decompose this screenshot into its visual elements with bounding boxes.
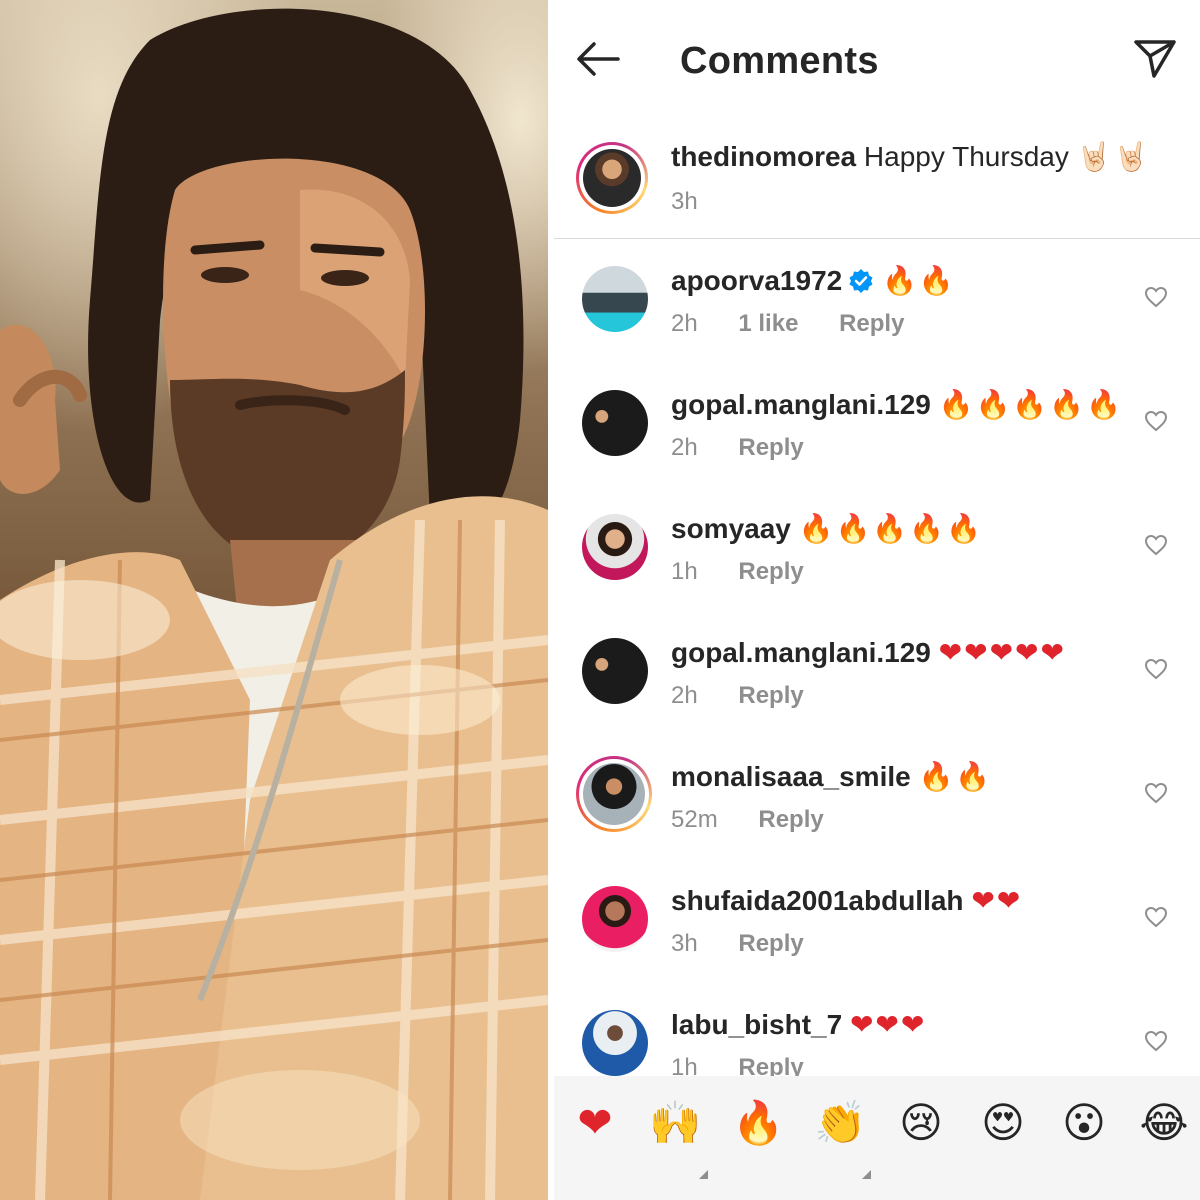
- verified-badge-icon: [849, 269, 873, 293]
- comment-meta: 52m Reply: [671, 806, 858, 834]
- reply-button[interactable]: Reply: [738, 558, 803, 585]
- comment-time: 2h: [671, 434, 698, 461]
- quick-reaction-bar: ❤ 🙌 🔥 👏 😢 😍 😮 😂: [554, 1076, 1200, 1200]
- comment-text: somyaay 🔥🔥🔥🔥🔥: [671, 512, 983, 545]
- like-heart-icon[interactable]: [1144, 410, 1168, 432]
- comment-meta: 1h Reply: [671, 1054, 838, 1076]
- comment-time: 2h: [671, 682, 698, 709]
- comment-text: shufaida2001abdullah ❤❤: [671, 884, 1022, 917]
- reaction-heart-eyes[interactable]: 😍: [978, 1098, 1028, 1148]
- avatar[interactable]: [582, 638, 648, 704]
- reaction-fire[interactable]: 🔥: [732, 1098, 784, 1148]
- comment-emoji: ❤❤❤: [849, 1008, 927, 1041]
- comment-emoji: 🔥🔥🔥🔥🔥: [938, 388, 1123, 421]
- comment-text: gopal.manglani.129 ❤❤❤❤❤: [671, 636, 1066, 669]
- reply-button[interactable]: Reply: [738, 682, 803, 709]
- avatar[interactable]: [582, 390, 648, 456]
- comment-time: 3h: [671, 930, 698, 957]
- avatar[interactable]: [582, 266, 648, 332]
- caption-time: 3h: [671, 188, 698, 215]
- comment-username[interactable]: labu_bisht_7: [671, 1009, 842, 1040]
- comment-username[interactable]: gopal.manglani.129: [671, 389, 931, 420]
- comment-text: labu_bisht_7 ❤❤❤: [671, 1008, 926, 1041]
- comment-time: 1h: [671, 1054, 698, 1076]
- comment-list: apoorva1972 🔥🔥 2h 1 like Reply gopal.man…: [554, 240, 1200, 1076]
- portrait-illustration: [0, 8, 548, 1200]
- comment-emoji: 🔥🔥: [882, 264, 956, 297]
- avatar[interactable]: [582, 886, 648, 952]
- comment-username[interactable]: shufaida2001abdullah: [671, 885, 964, 916]
- avatar[interactable]: [576, 756, 652, 832]
- page-title: Comments: [680, 40, 879, 82]
- reply-button[interactable]: Reply: [738, 434, 803, 461]
- comment-item: somyaay 🔥🔥🔥🔥🔥 1h Reply: [554, 488, 1200, 612]
- comment-item: apoorva1972 🔥🔥 2h 1 like Reply: [554, 240, 1200, 364]
- reaction-laughing[interactable]: 😂: [1139, 1098, 1189, 1148]
- comment-username[interactable]: gopal.manglani.129: [671, 637, 931, 668]
- comment-item: monalisaaa_smile 🔥🔥 52m Reply: [554, 736, 1200, 860]
- comment-emoji: ❤❤: [971, 884, 1023, 917]
- comment-item: gopal.manglani.129 ❤❤❤❤❤ 2h Reply: [554, 612, 1200, 736]
- comment-item: gopal.manglani.129 🔥🔥🔥🔥🔥 2h Reply: [554, 364, 1200, 488]
- like-heart-icon[interactable]: [1144, 534, 1168, 556]
- comment-meta: 1h Reply: [671, 558, 838, 586]
- reaction-crying[interactable]: 😢: [896, 1098, 946, 1148]
- avatar[interactable]: [582, 1010, 648, 1076]
- comment-username[interactable]: monalisaaa_smile: [671, 761, 911, 792]
- comment-emoji: ❤❤❤❤❤: [938, 636, 1066, 669]
- caption-emoji: 🤘🏻🤘🏻: [1076, 140, 1151, 173]
- comment-time: 2h: [671, 310, 698, 337]
- reaction-heart[interactable]: ❤: [570, 1098, 620, 1148]
- header: Comments: [554, 0, 1200, 120]
- reply-button[interactable]: Reply: [738, 1054, 803, 1076]
- send-icon[interactable]: [1132, 38, 1178, 80]
- reply-button[interactable]: Reply: [738, 930, 803, 957]
- comment-username[interactable]: apoorva1972: [671, 265, 842, 296]
- comment-meta: 2h 1 like Reply: [671, 310, 938, 338]
- comment-meta: 3h Reply: [671, 930, 838, 958]
- like-heart-icon[interactable]: [1144, 782, 1168, 804]
- like-heart-icon[interactable]: [1144, 658, 1168, 680]
- caption-avatar[interactable]: [576, 142, 648, 214]
- skin-tone-indicator-icon: [699, 1170, 708, 1179]
- reply-button[interactable]: Reply: [839, 310, 904, 337]
- avatar[interactable]: [582, 514, 648, 580]
- comment-username[interactable]: somyaay: [671, 513, 791, 544]
- like-heart-icon[interactable]: [1144, 906, 1168, 928]
- comment-item: labu_bisht_7 ❤❤❤ 1h Reply: [554, 984, 1200, 1076]
- comment-time: 52m: [671, 806, 718, 833]
- skin-tone-indicator-icon: [862, 1170, 871, 1179]
- like-heart-icon[interactable]: [1144, 286, 1168, 308]
- reaction-raised-hands[interactable]: 🙌: [649, 1098, 701, 1148]
- comment-meta: 2h Reply: [671, 682, 838, 710]
- reaction-surprised[interactable]: 😮: [1059, 1098, 1109, 1148]
- comment-item: shufaida2001abdullah ❤❤ 3h Reply: [554, 860, 1200, 984]
- comment-likes[interactable]: 1 like: [738, 310, 798, 337]
- comments-panel: Comments thedinomorea Happy Thursday 🤘🏻🤘…: [554, 0, 1200, 1200]
- reaction-clap[interactable]: 👏: [814, 1098, 866, 1148]
- comment-text: apoorva1972 🔥🔥: [671, 264, 956, 297]
- comment-emoji: 🔥🔥: [918, 760, 993, 793]
- like-heart-icon[interactable]: [1144, 1030, 1168, 1052]
- comment-emoji: 🔥🔥🔥🔥🔥: [798, 512, 983, 545]
- caption-username[interactable]: thedinomorea: [671, 141, 856, 172]
- post-photo: [0, 0, 548, 1200]
- comment-text: monalisaaa_smile 🔥🔥: [671, 760, 992, 793]
- back-arrow-icon[interactable]: [576, 40, 620, 78]
- reply-button[interactable]: Reply: [758, 806, 823, 833]
- comment-meta: 2h Reply: [671, 434, 838, 462]
- comment-text: gopal.manglani.129 🔥🔥🔥🔥🔥: [671, 388, 1123, 421]
- caption-message: Happy Thursday: [863, 141, 1069, 172]
- post-caption: thedinomorea Happy Thursday 🤘🏻🤘🏻 3h: [554, 126, 1200, 239]
- comment-time: 1h: [671, 558, 698, 585]
- caption-text: thedinomorea Happy Thursday 🤘🏻🤘🏻: [671, 140, 1150, 173]
